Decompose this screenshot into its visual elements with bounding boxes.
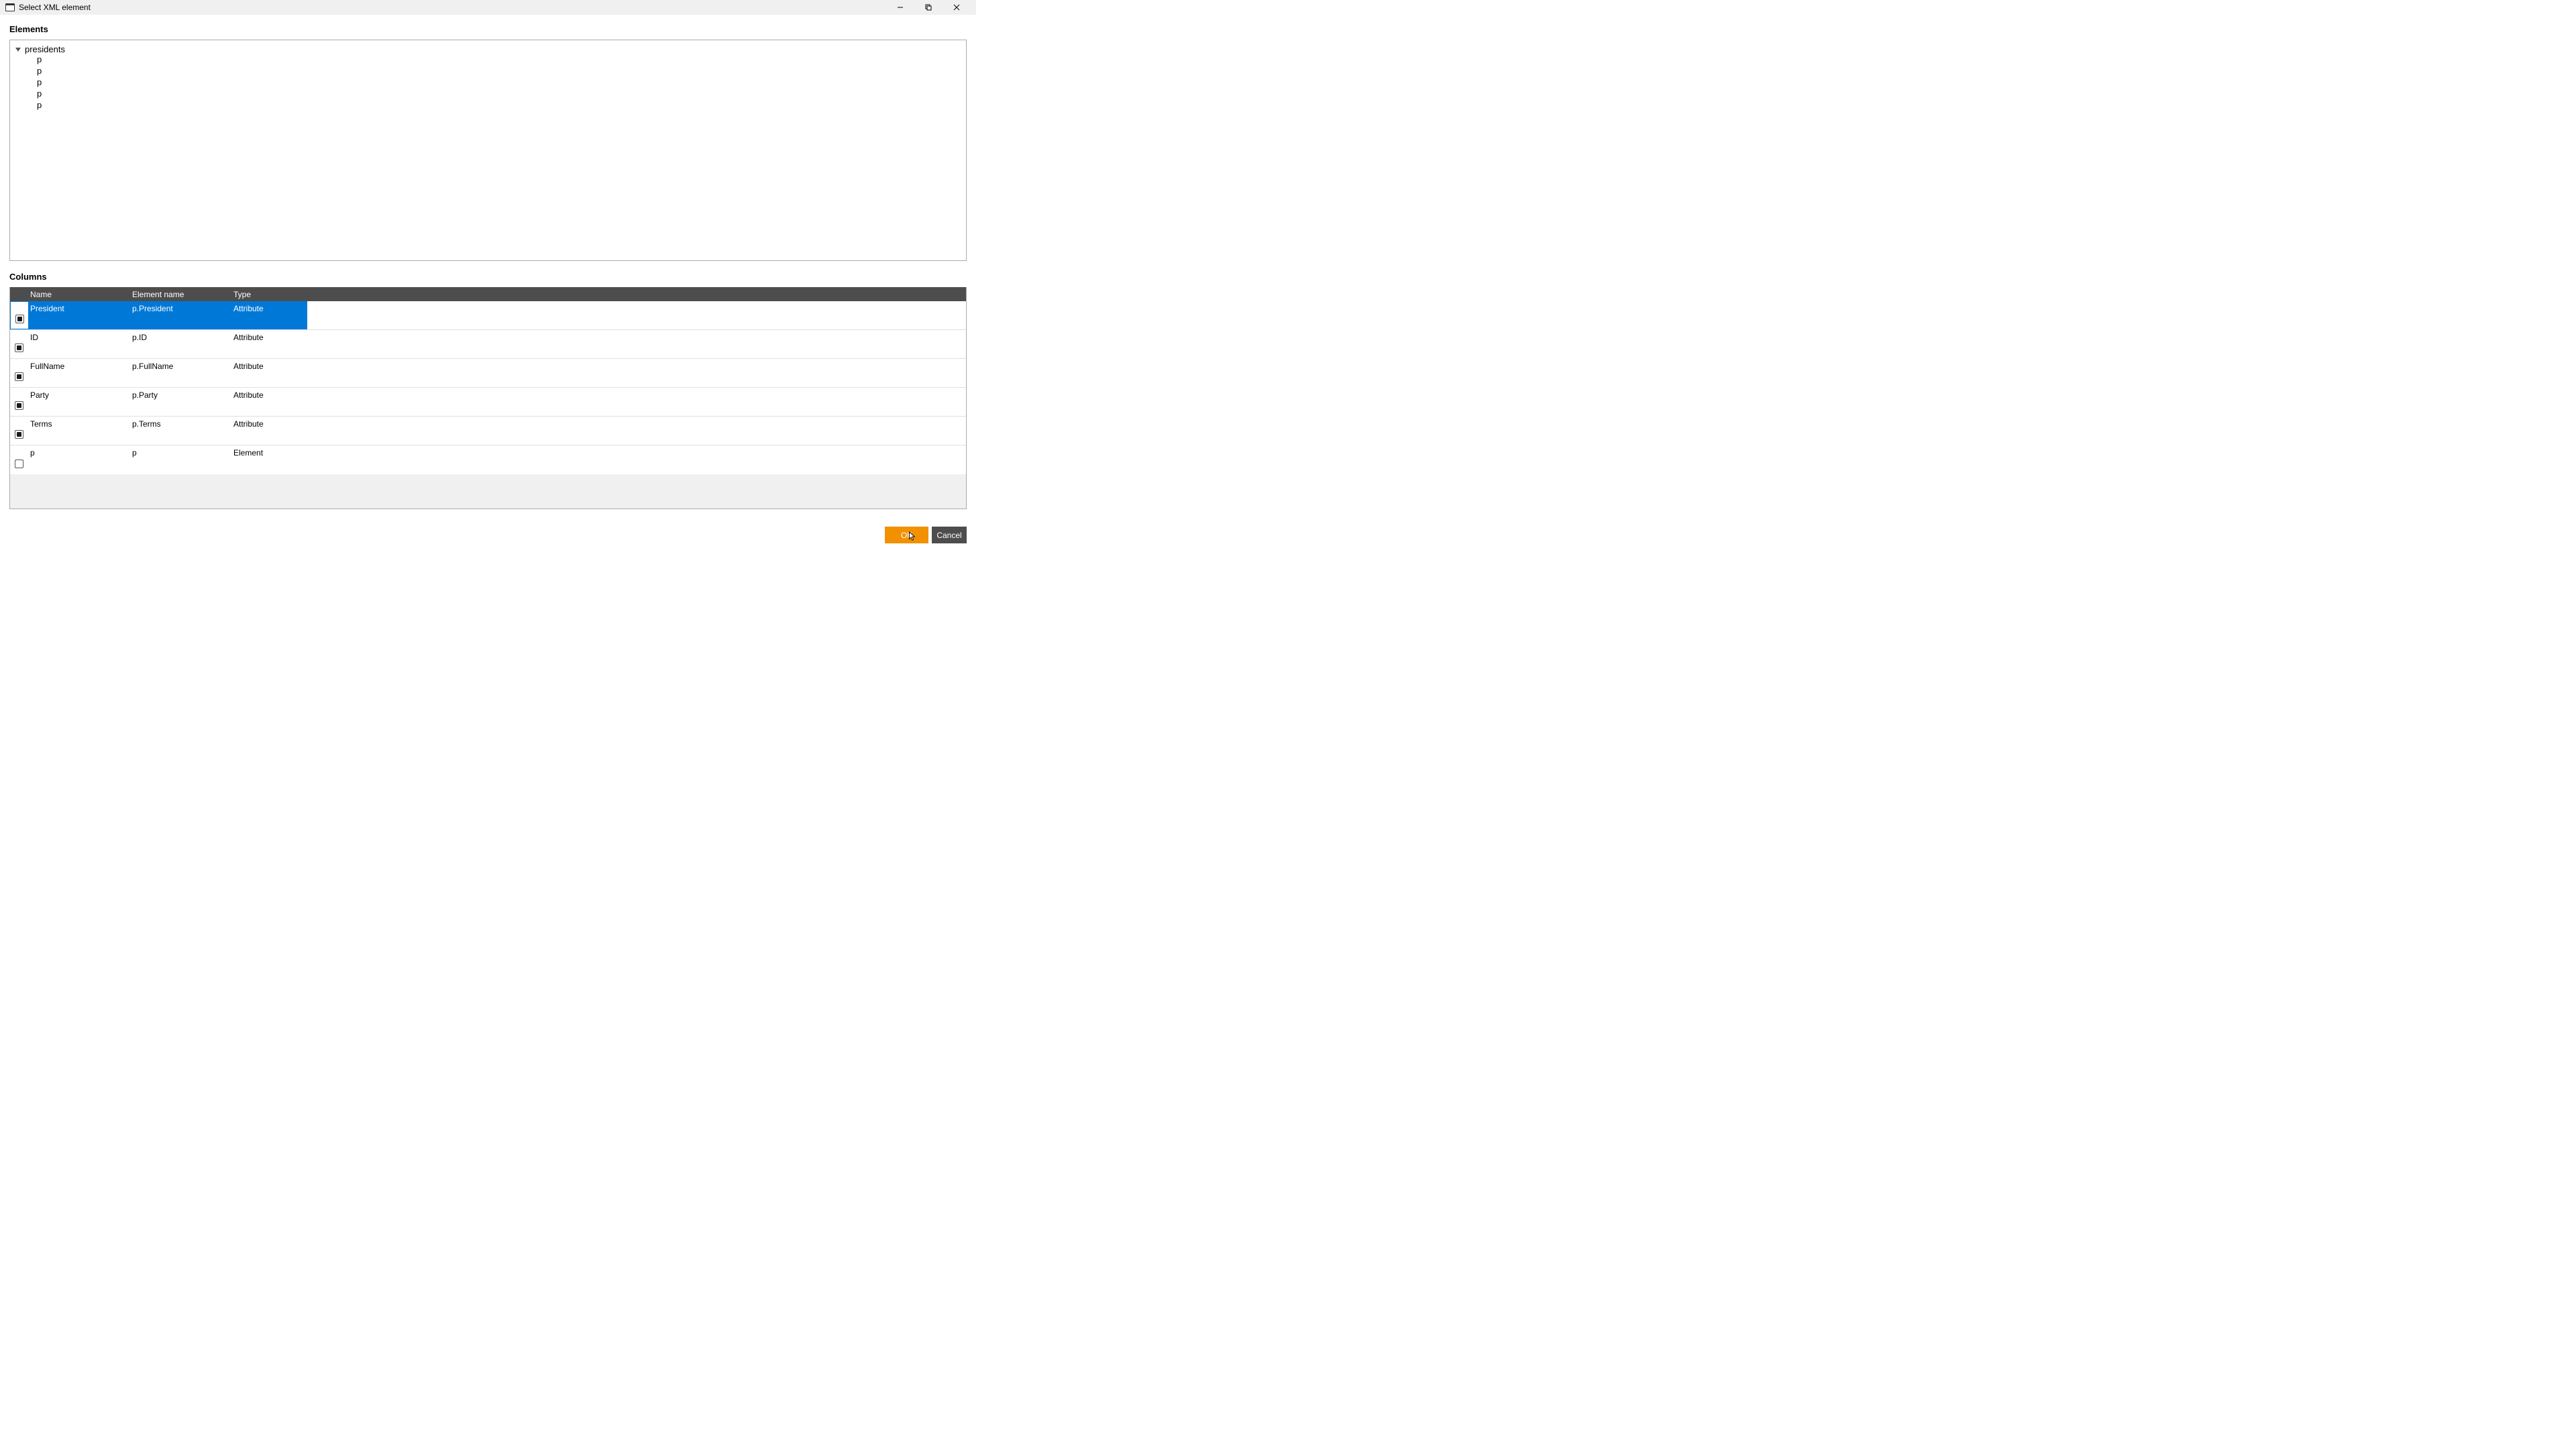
- app-icon: [5, 3, 15, 11]
- columns-empty-area: [10, 474, 966, 508]
- row-name: p: [28, 448, 130, 458]
- row-name: President: [28, 304, 130, 313]
- tree-root-node[interactable]: presidents: [15, 44, 961, 54]
- minimize-button[interactable]: [886, 0, 914, 15]
- row-type: Attribute: [231, 333, 307, 342]
- columns-label: Columns: [9, 272, 967, 282]
- collapse-icon[interactable]: [15, 48, 21, 52]
- row-checkbox-cell[interactable]: [10, 301, 28, 329]
- elements-label: Elements: [9, 24, 967, 34]
- columns-body: President p.President Attribute ID p.ID …: [10, 301, 966, 474]
- tree-child-node[interactable]: p: [37, 77, 961, 89]
- table-row[interactable]: Party p.Party Attribute: [10, 388, 966, 417]
- table-row[interactable]: ID p.ID Attribute: [10, 330, 966, 359]
- ok-button[interactable]: OK: [885, 527, 928, 543]
- window-controls: [886, 0, 971, 15]
- checkbox-icon[interactable]: [15, 430, 23, 439]
- tree-child-node[interactable]: p: [37, 54, 961, 66]
- row-name: Party: [28, 390, 130, 400]
- maximize-button[interactable]: [914, 0, 943, 15]
- row-element-name: p.Party: [130, 390, 231, 400]
- row-checkbox-cell[interactable]: [10, 445, 28, 474]
- table-row[interactable]: p p Element: [10, 445, 966, 474]
- tree-child-node[interactable]: p: [37, 89, 961, 100]
- table-row[interactable]: President p.President Attribute: [10, 301, 966, 330]
- row-type: Attribute: [231, 419, 307, 429]
- row-name: Terms: [28, 419, 130, 429]
- row-element-name: p.FullName: [130, 362, 231, 371]
- window-title: Select XML element: [19, 3, 886, 12]
- tree-root-label: presidents: [25, 44, 65, 54]
- row-element-name: p: [130, 448, 231, 458]
- tree-child-node[interactable]: p: [37, 100, 961, 111]
- dialog-footer: OK Cancel: [0, 519, 976, 549]
- checkbox-icon[interactable]: [15, 372, 23, 381]
- checkbox-icon[interactable]: [15, 460, 23, 468]
- row-type: Element: [231, 448, 307, 458]
- elements-tree-panel[interactable]: presidents p p p p p: [9, 40, 967, 261]
- columns-header-row: Name Element name Type: [10, 287, 966, 301]
- row-type: Attribute: [231, 390, 307, 400]
- row-element-name: p.President: [130, 304, 231, 313]
- tree-children: p p p p p: [37, 54, 961, 111]
- titlebar: Select XML element: [0, 0, 976, 15]
- header-element-name[interactable]: Element name: [132, 290, 233, 299]
- tree-child-node[interactable]: p: [37, 66, 961, 77]
- row-type: Attribute: [231, 304, 307, 313]
- header-name[interactable]: Name: [30, 290, 132, 299]
- row-checkbox-cell[interactable]: [10, 359, 28, 387]
- table-row[interactable]: FullName p.FullName Attribute: [10, 359, 966, 388]
- checkbox-icon[interactable]: [15, 401, 23, 410]
- row-element-name: p.ID: [130, 333, 231, 342]
- row-element-name: p.Terms: [130, 419, 231, 429]
- row-name: FullName: [28, 362, 130, 371]
- close-button[interactable]: [943, 0, 971, 15]
- header-type[interactable]: Type: [233, 290, 309, 299]
- row-checkbox-cell[interactable]: [10, 330, 28, 358]
- cancel-button[interactable]: Cancel: [932, 527, 967, 543]
- table-row[interactable]: Terms p.Terms Attribute: [10, 417, 966, 445]
- row-checkbox-cell[interactable]: [10, 417, 28, 445]
- row-name: ID: [28, 333, 130, 342]
- checkbox-icon[interactable]: [15, 315, 24, 323]
- columns-panel: Name Element name Type President p.Presi…: [9, 287, 967, 509]
- row-checkbox-cell[interactable]: [10, 388, 28, 416]
- checkbox-icon[interactable]: [15, 343, 23, 352]
- row-type: Attribute: [231, 362, 307, 371]
